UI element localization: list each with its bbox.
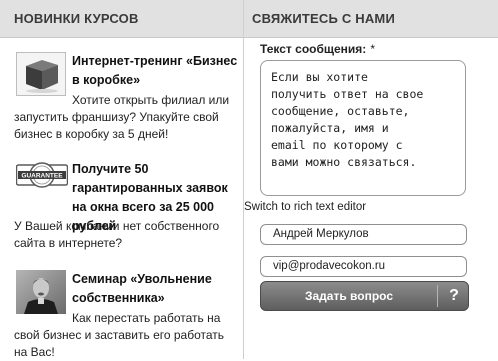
course-item-seminar[interactable]: Семинар «Увольнение собственника» Как пе… [14, 270, 240, 360]
guarantee-stamp-icon: GUARANTEE [15, 162, 69, 188]
help-icon[interactable]: ? [442, 282, 466, 310]
course-desc: У Вашей компании нет собственного сайта … [14, 219, 220, 250]
course-item-guaranteed-leads[interactable]: GUARANTEE Получите 50 гарантированных за… [14, 160, 238, 260]
contact-panel: Текст сообщения: * Если вы хотите получит… [244, 38, 498, 359]
message-textarea[interactable]: Если вы хотите получить ответ на свое со… [260, 60, 466, 196]
page: НОВИНКИ КУРСОВ СВЯЖИТЕСЬ С НАМИ Интернет… [0, 0, 498, 359]
email-field[interactable]: vip@prodavecokon.ru [260, 256, 467, 277]
message-label: Текст сообщения: * [260, 42, 375, 56]
course-title[interactable]: Интернет-тренинг «Бизнес в коробке» [72, 52, 240, 90]
rich-text-editor-link[interactable]: Switch to rich text editor [244, 201, 366, 213]
speaker-photo [16, 270, 66, 314]
message-label-text: Текст сообщения: [260, 42, 367, 56]
guarantee-stamp-text: GUARANTEE [21, 173, 63, 180]
ask-question-button[interactable]: Задать вопрос ? [260, 281, 469, 311]
courses-panel: Интернет-тренинг «Бизнес в коробке» Хоти… [0, 38, 243, 359]
course-title[interactable]: Семинар «Увольнение собственника» [72, 270, 240, 308]
courses-header: НОВИНКИ КУРСОВ [0, 0, 243, 38]
course-desc: свой бизнес и заставить его работать на … [14, 328, 225, 359]
required-mark: * [370, 42, 375, 56]
course-desc: запустить франшизу? Упакуйте свой бизнес… [14, 110, 219, 141]
course-item-business-box[interactable]: Интернет-тренинг «Бизнес в коробке» Хоти… [14, 52, 240, 142]
ask-question-label: Задать вопрос [304, 289, 394, 303]
name-field[interactable]: Андрей Меркулов [260, 224, 467, 245]
course-desc-line1: Хотите открыть филиал или [72, 93, 230, 107]
contact-header: СВЯЖИТЕСЬ С НАМИ [244, 0, 498, 38]
button-divider [437, 285, 438, 307]
box-icon [16, 52, 66, 96]
course-desc-line1: Как перестать работать на [72, 311, 221, 325]
